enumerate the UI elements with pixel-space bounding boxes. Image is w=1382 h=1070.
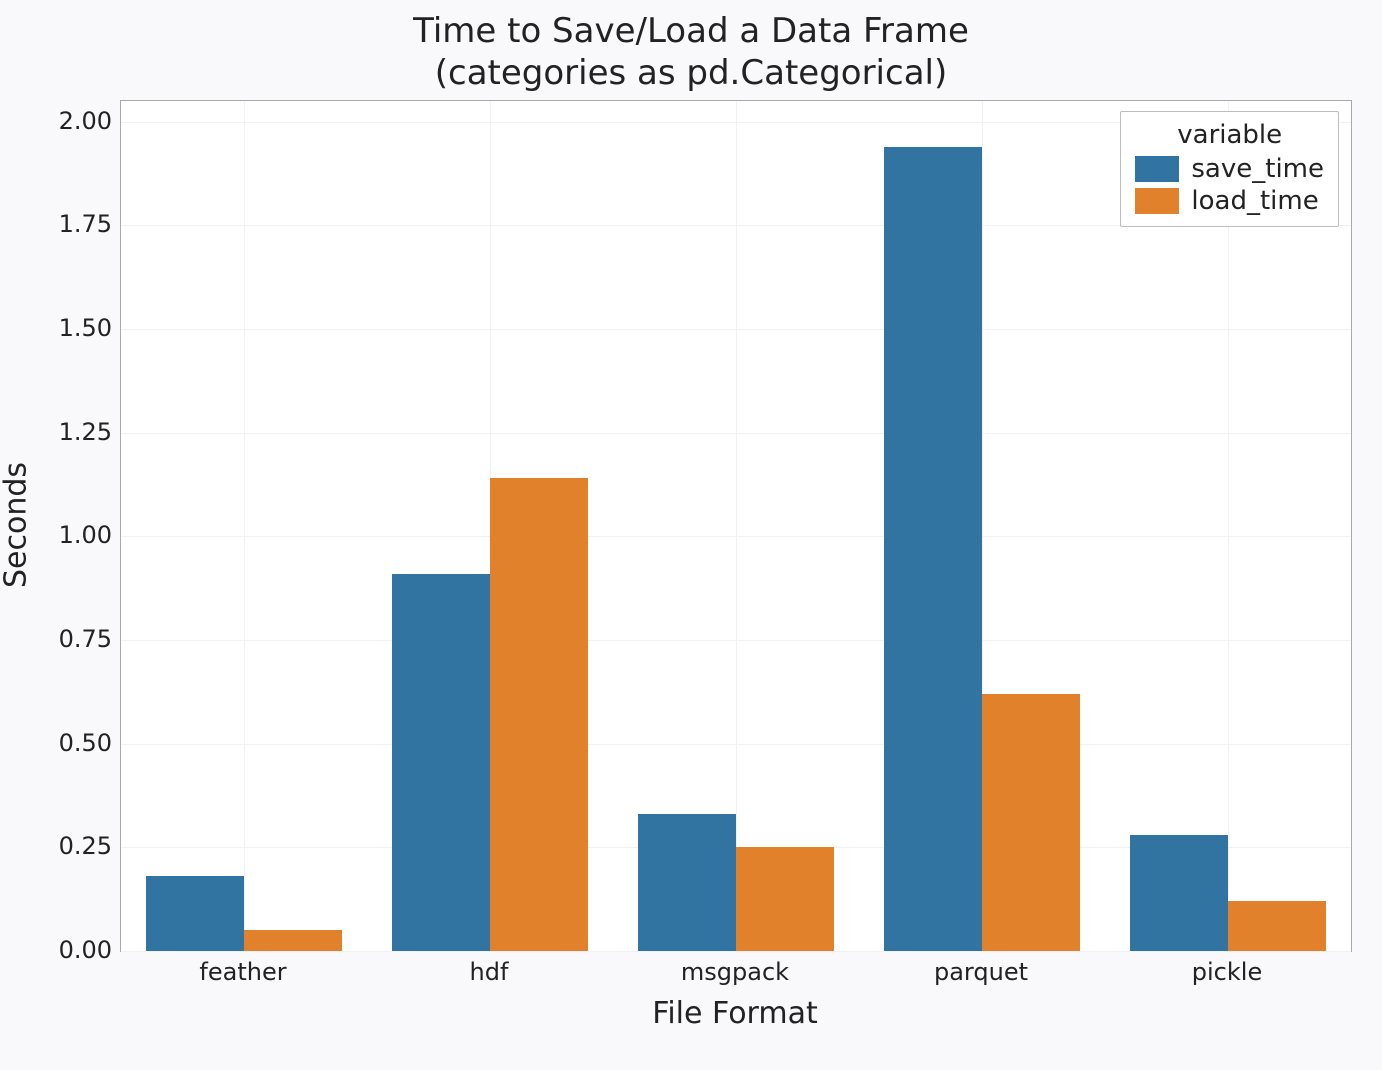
y-tick-label: 0.25 — [32, 832, 112, 860]
legend-label: save_time — [1191, 154, 1324, 184]
legend: variable save_timeload_time — [1120, 111, 1339, 227]
bar-load_time-msgpack — [736, 847, 834, 951]
gridline-v — [244, 101, 245, 951]
y-tick-label: 1.25 — [32, 418, 112, 446]
x-axis-label: File Format — [120, 996, 1350, 1031]
gridline-v — [1228, 101, 1229, 951]
chart-title-line1: Time to Save/Load a Data Frame — [0, 10, 1382, 53]
bar-save_time-hdf — [392, 574, 490, 951]
x-tick-label: parquet — [934, 958, 1028, 986]
x-tick-label: feather — [199, 958, 286, 986]
y-tick-label: 1.75 — [32, 210, 112, 238]
x-tick-label: msgpack — [681, 958, 789, 986]
legend-swatch — [1135, 156, 1179, 182]
gridline-v — [736, 101, 737, 951]
legend-title: variable — [1135, 120, 1324, 150]
legend-swatch — [1135, 188, 1179, 214]
bar-load_time-parquet — [982, 694, 1080, 951]
chart-title-line2: (categories as pd.Categorical) — [0, 52, 1382, 95]
y-tick-label: 0.00 — [32, 936, 112, 964]
y-tick-label: 2.00 — [32, 107, 112, 135]
chart-figure: Time to Save/Load a Data Frame (categori… — [0, 0, 1382, 1070]
gridline-h — [121, 951, 1351, 952]
legend-entries: save_timeload_time — [1135, 154, 1324, 216]
bar-load_time-hdf — [490, 478, 588, 951]
x-tick-label: pickle — [1192, 958, 1262, 986]
legend-entry: save_time — [1135, 154, 1324, 184]
bar-load_time-pickle — [1228, 901, 1326, 951]
bar-load_time-feather — [244, 930, 342, 951]
plot-area: variable save_timeload_time — [120, 100, 1352, 952]
y-tick-label: 0.75 — [32, 625, 112, 653]
legend-entry: load_time — [1135, 186, 1324, 216]
y-tick-label: 0.50 — [32, 729, 112, 757]
y-tick-label: 1.50 — [32, 314, 112, 342]
bar-save_time-parquet — [884, 147, 982, 951]
x-tick-label: hdf — [470, 958, 509, 986]
legend-label: load_time — [1191, 186, 1318, 216]
y-axis-label: Seconds — [0, 462, 34, 588]
bar-save_time-pickle — [1130, 835, 1228, 951]
bar-save_time-msgpack — [638, 814, 736, 951]
bar-save_time-feather — [146, 876, 244, 951]
y-tick-label: 1.00 — [32, 521, 112, 549]
